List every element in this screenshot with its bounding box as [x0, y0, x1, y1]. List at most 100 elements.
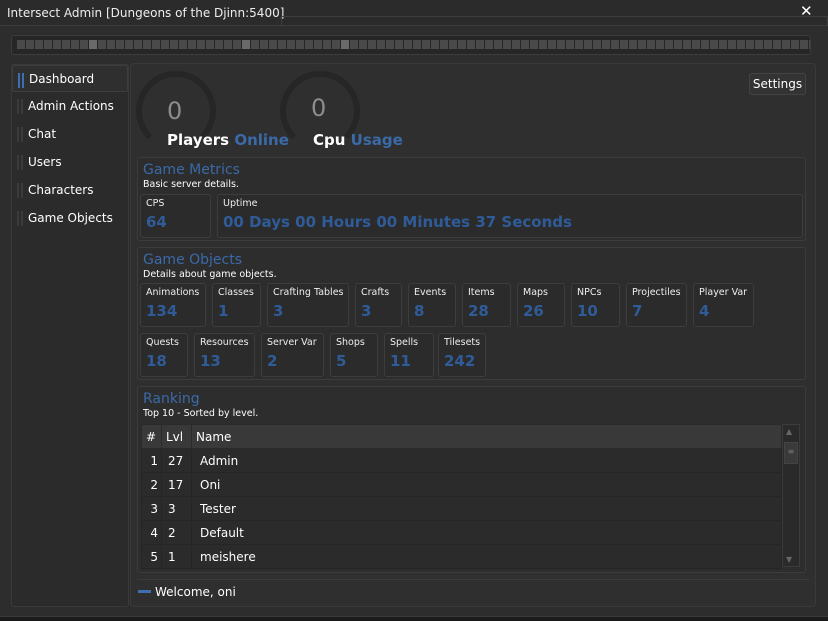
progress-block [791, 40, 799, 49]
progress-block [485, 40, 493, 49]
progress-block [440, 40, 448, 49]
object-tile-shops: Shops 5 [330, 333, 378, 377]
name-cell: Oni [191, 472, 782, 497]
progress-block [719, 40, 727, 49]
progress-block [17, 40, 25, 49]
settings-button[interactable]: Settings [749, 73, 806, 95]
progress-block [125, 40, 133, 49]
tile-value: 3 [273, 302, 284, 320]
scroll-thumb[interactable]: ≡ [784, 442, 798, 464]
progress-block [728, 40, 736, 49]
progress-block [620, 40, 628, 49]
progress-block [476, 40, 484, 49]
table-row[interactable]: 1 27 Admin [141, 448, 782, 473]
tile-value: 134 [146, 302, 178, 320]
activity-progress-bar [11, 35, 811, 55]
progress-block [260, 40, 268, 49]
col-name[interactable]: Name [191, 424, 782, 449]
progress-block [359, 40, 367, 49]
progress-block [116, 40, 124, 49]
admin-window: Intersect Admin [Dungeons of the Djinn:5… [0, 0, 828, 617]
cpu-usage-label: Cpu Usage [313, 131, 403, 149]
tile-value: 8 [414, 302, 425, 320]
section-subtitle: Top 10 - Sorted by level. [143, 408, 259, 419]
progress-block [404, 40, 412, 49]
object-tile-npcs: NPCs 10 [571, 283, 620, 327]
tile-label: Crafting Tables [273, 287, 344, 298]
object-tile-crafts: Crafts 3 [355, 283, 402, 327]
object-tile-classes: Classes 1 [212, 283, 261, 327]
progress-block [242, 40, 250, 49]
nav-marker-icon [17, 183, 23, 198]
progress-block [161, 40, 169, 49]
rank-cell: 4 [141, 520, 162, 545]
tile-label: Animations [146, 287, 200, 298]
sidebar-item-chat[interactable]: Chat [12, 120, 128, 148]
progress-block [143, 40, 151, 49]
sidebar-item-admin-actions[interactable]: Admin Actions [12, 92, 128, 120]
name-cell: meishere [191, 544, 782, 569]
sidebar-item-label: Users [28, 155, 62, 169]
section-subtitle: Basic server details. [143, 179, 239, 190]
progress-block [683, 40, 691, 49]
progress-block [233, 40, 241, 49]
progress-block [710, 40, 718, 49]
progress-block [44, 40, 52, 49]
progress-block [53, 40, 61, 49]
sidebar-item-game-objects[interactable]: Game Objects [12, 204, 128, 232]
table-row[interactable]: 3 3 Tester [141, 496, 782, 521]
progress-block [521, 40, 529, 49]
tile-label: Projectiles [632, 287, 681, 298]
sidebar-item-label: Game Objects [28, 211, 113, 225]
section-subtitle: Details about game objects. [143, 269, 277, 280]
tile-value: 3 [361, 302, 372, 320]
progress-block [566, 40, 574, 49]
progress-block [134, 40, 142, 49]
ranking-scrollbar[interactable]: ▲ ≡ ▼ [782, 424, 800, 567]
rank-cell: 5 [141, 544, 162, 569]
welcome-text: Welcome, oni [155, 585, 236, 599]
sidebar-item-dashboard[interactable]: Dashboard [12, 65, 128, 92]
tile-value: 1 [218, 302, 229, 320]
tile-label: Classes [218, 287, 254, 298]
progress-block [665, 40, 673, 49]
dashboard-panel: 0 Players Online 0 Cpu Usage Settings Ga… [130, 63, 816, 607]
progress-block [557, 40, 565, 49]
object-tile-projectiles: Projectiles 7 [626, 283, 687, 327]
tile-value: 7 [632, 302, 643, 320]
sidebar-item-label: Admin Actions [28, 99, 114, 113]
progress-block [395, 40, 403, 49]
table-row[interactable]: 4 2 Default [141, 520, 782, 545]
object-tile-maps: Maps 26 [517, 283, 565, 327]
col-level[interactable]: Lvl [161, 424, 192, 449]
level-cell: 3 [161, 496, 192, 521]
progress-block [350, 40, 358, 49]
players-online-label: Players Online [167, 131, 289, 149]
col-rank[interactable]: # [141, 424, 162, 449]
scroll-down-icon[interactable]: ▼ [786, 555, 792, 564]
progress-block [611, 40, 619, 49]
progress-block [503, 40, 511, 49]
table-row[interactable]: 2 17 Oni [141, 472, 782, 497]
object-tile-server-var: Server Var 2 [261, 333, 324, 377]
progress-block [629, 40, 637, 49]
tile-value: 5 [336, 352, 347, 370]
progress-block [413, 40, 421, 49]
tile-label: NPCs [577, 287, 602, 298]
progress-block [35, 40, 43, 49]
close-icon[interactable]: ✕ [800, 2, 813, 20]
scroll-up-icon[interactable]: ▲ [786, 427, 792, 436]
tile-label: CPS [146, 198, 165, 209]
sidebar-item-characters[interactable]: Characters [12, 176, 128, 204]
progress-block [296, 40, 304, 49]
progress-block [278, 40, 286, 49]
progress-block [602, 40, 610, 49]
sidebar-item-users[interactable]: Users [12, 148, 128, 176]
players-online-value: 0 [167, 97, 183, 125]
table-row[interactable]: 5 1 meishere [141, 544, 782, 569]
progress-block [692, 40, 700, 49]
tile-label: Maps [523, 287, 548, 298]
tile-value: 242 [444, 352, 476, 370]
object-tile-events: Events 8 [408, 283, 456, 327]
game-objects-section: Game Objects Details about game objects.… [137, 247, 806, 380]
